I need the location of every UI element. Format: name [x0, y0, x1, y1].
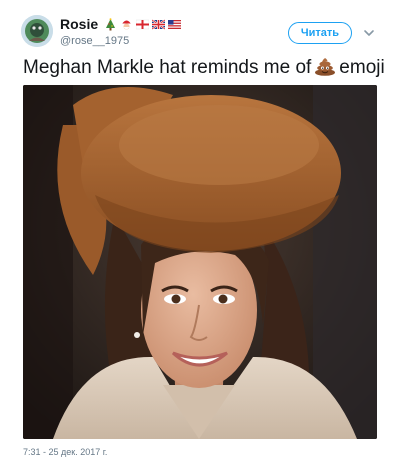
author-handle[interactable]: @rose__1975: [60, 35, 129, 47]
tweet-text-after: emoji: [339, 57, 385, 78]
england-flag-icon: [136, 19, 150, 29]
follow-button[interactable]: Читать: [288, 22, 352, 44]
avatar[interactable]: [21, 15, 53, 47]
poop-icon: [315, 58, 336, 76]
tweet-photo[interactable]: [23, 85, 377, 439]
santa-icon: [122, 20, 132, 29]
us-flag-icon: [168, 19, 182, 29]
tweet-timestamp[interactable]: 7:31 - 25 дек. 2017 г.: [23, 447, 107, 457]
uk-flag-icon: [152, 18, 166, 30]
christmas-tree-icon: [106, 17, 116, 30]
tweet-text-before: Meghan Markle hat reminds me of: [23, 57, 312, 78]
tweet-text: Meghan Markle hat reminds me of emoji: [23, 56, 385, 80]
display-name[interactable]: Rosie: [60, 16, 98, 32]
photo-image: [23, 85, 377, 439]
tweet-card: Rosie @rose__1975 Читать Meghan Markle h…: [0, 0, 400, 466]
chevron-down-icon[interactable]: [362, 26, 376, 40]
author-name-row[interactable]: Rosie: [60, 16, 182, 32]
